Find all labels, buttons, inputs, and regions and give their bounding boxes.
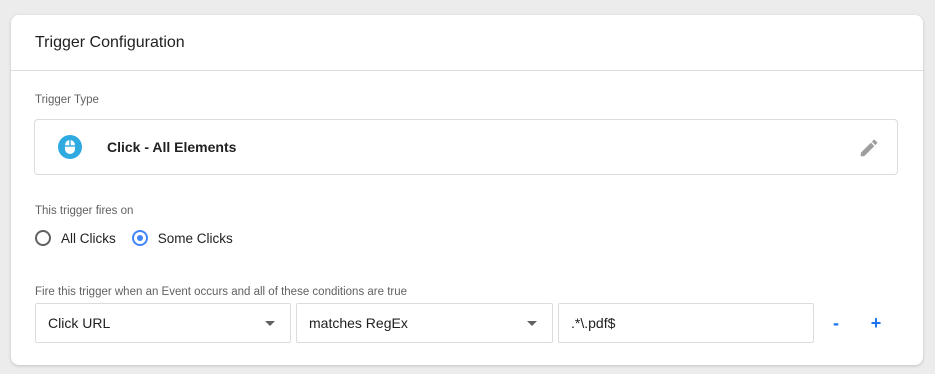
operator-select[interactable]: matches RegEx bbox=[296, 303, 553, 343]
variable-select[interactable]: Click URL bbox=[35, 303, 291, 343]
fires-on-label: This trigger fires on bbox=[35, 205, 134, 217]
dropdown-caret-icon bbox=[265, 321, 275, 326]
variable-select-value: Click URL bbox=[48, 315, 111, 331]
value-input[interactable] bbox=[571, 315, 801, 331]
trigger-configuration-card: Trigger Configuration Trigger Type Click… bbox=[11, 15, 923, 365]
trigger-type-selector[interactable]: Click - All Elements bbox=[34, 119, 898, 175]
radio-circle-selected[interactable] bbox=[131, 230, 148, 246]
pencil-icon[interactable] bbox=[858, 137, 880, 159]
conditions-label: Fire this trigger when an Event occurs a… bbox=[35, 286, 408, 298]
add-condition-button[interactable]: + bbox=[864, 303, 888, 343]
card-title: Trigger Configuration bbox=[35, 33, 185, 51]
card-header: Trigger Configuration bbox=[11, 15, 923, 71]
trigger-type-label: Trigger Type bbox=[35, 94, 99, 106]
remove-condition-button[interactable]: - bbox=[824, 303, 848, 343]
operator-select-value: matches RegEx bbox=[309, 315, 408, 331]
fires-on-radio-group: All Clicks Some Clicks bbox=[35, 230, 249, 246]
value-field[interactable] bbox=[558, 303, 814, 343]
radio-label-some-clicks: Some Clicks bbox=[157, 230, 233, 246]
radio-some-clicks[interactable]: Some Clicks bbox=[131, 230, 233, 246]
dropdown-caret-icon bbox=[527, 321, 537, 326]
radio-label-all-clicks: All Clicks bbox=[61, 230, 116, 246]
radio-circle-unselected[interactable] bbox=[35, 230, 51, 246]
mouse-icon bbox=[58, 135, 82, 159]
radio-all-clicks[interactable]: All Clicks bbox=[35, 230, 116, 246]
trigger-type-name: Click - All Elements bbox=[107, 139, 237, 155]
